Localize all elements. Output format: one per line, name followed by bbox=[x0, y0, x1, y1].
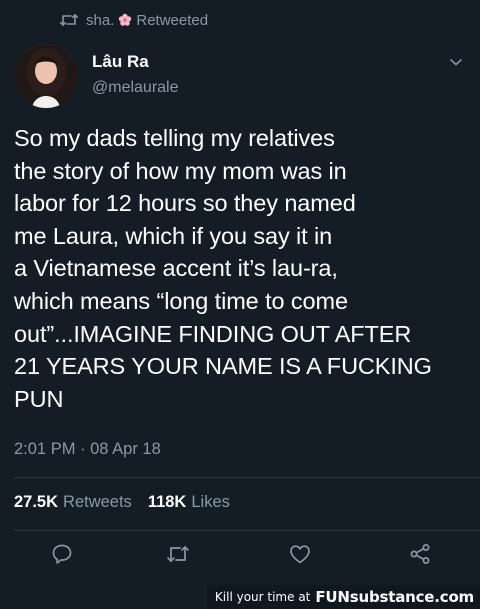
retweet-banner: sha. Retweeted bbox=[60, 10, 208, 30]
divider bbox=[14, 477, 480, 478]
site-watermark: Kill your time at FUNsubstance.com bbox=[206, 585, 480, 609]
avatar[interactable] bbox=[14, 44, 78, 108]
divider bbox=[14, 530, 480, 531]
retweets-label[interactable]: Retweets bbox=[63, 491, 132, 513]
watermark-brand: FUNsubstance.com bbox=[315, 588, 474, 606]
author-block[interactable]: Lâu Ra @melaurale bbox=[92, 52, 179, 98]
heart-icon[interactable] bbox=[288, 542, 312, 566]
author-display-name[interactable]: Lâu Ra bbox=[92, 52, 179, 72]
cherry-blossom-icon bbox=[118, 13, 132, 27]
retweeter-name[interactable]: sha. bbox=[86, 12, 114, 29]
retweet-icon[interactable] bbox=[166, 542, 190, 566]
likes-label[interactable]: Likes bbox=[191, 491, 230, 513]
engagement-stats: 27.5K Retweets 118K Likes bbox=[14, 491, 246, 513]
share-icon[interactable] bbox=[408, 542, 432, 566]
chevron-down-icon[interactable] bbox=[446, 52, 466, 72]
author-handle[interactable]: @melaurale bbox=[92, 78, 179, 98]
tweet-text: So my dads telling my relatives the stor… bbox=[14, 125, 432, 412]
reply-icon[interactable] bbox=[50, 542, 74, 566]
likes-count[interactable]: 118K bbox=[148, 491, 187, 513]
action-bar bbox=[0, 542, 480, 568]
retweeted-label: Retweeted bbox=[136, 11, 209, 29]
tweet-timestamp: 2:01 PM · 08 Apr 18 bbox=[14, 440, 161, 458]
watermark-prefix: Kill your time at bbox=[214, 590, 311, 604]
retweet-icon bbox=[60, 13, 78, 27]
retweets-count[interactable]: 27.5K bbox=[14, 491, 58, 513]
